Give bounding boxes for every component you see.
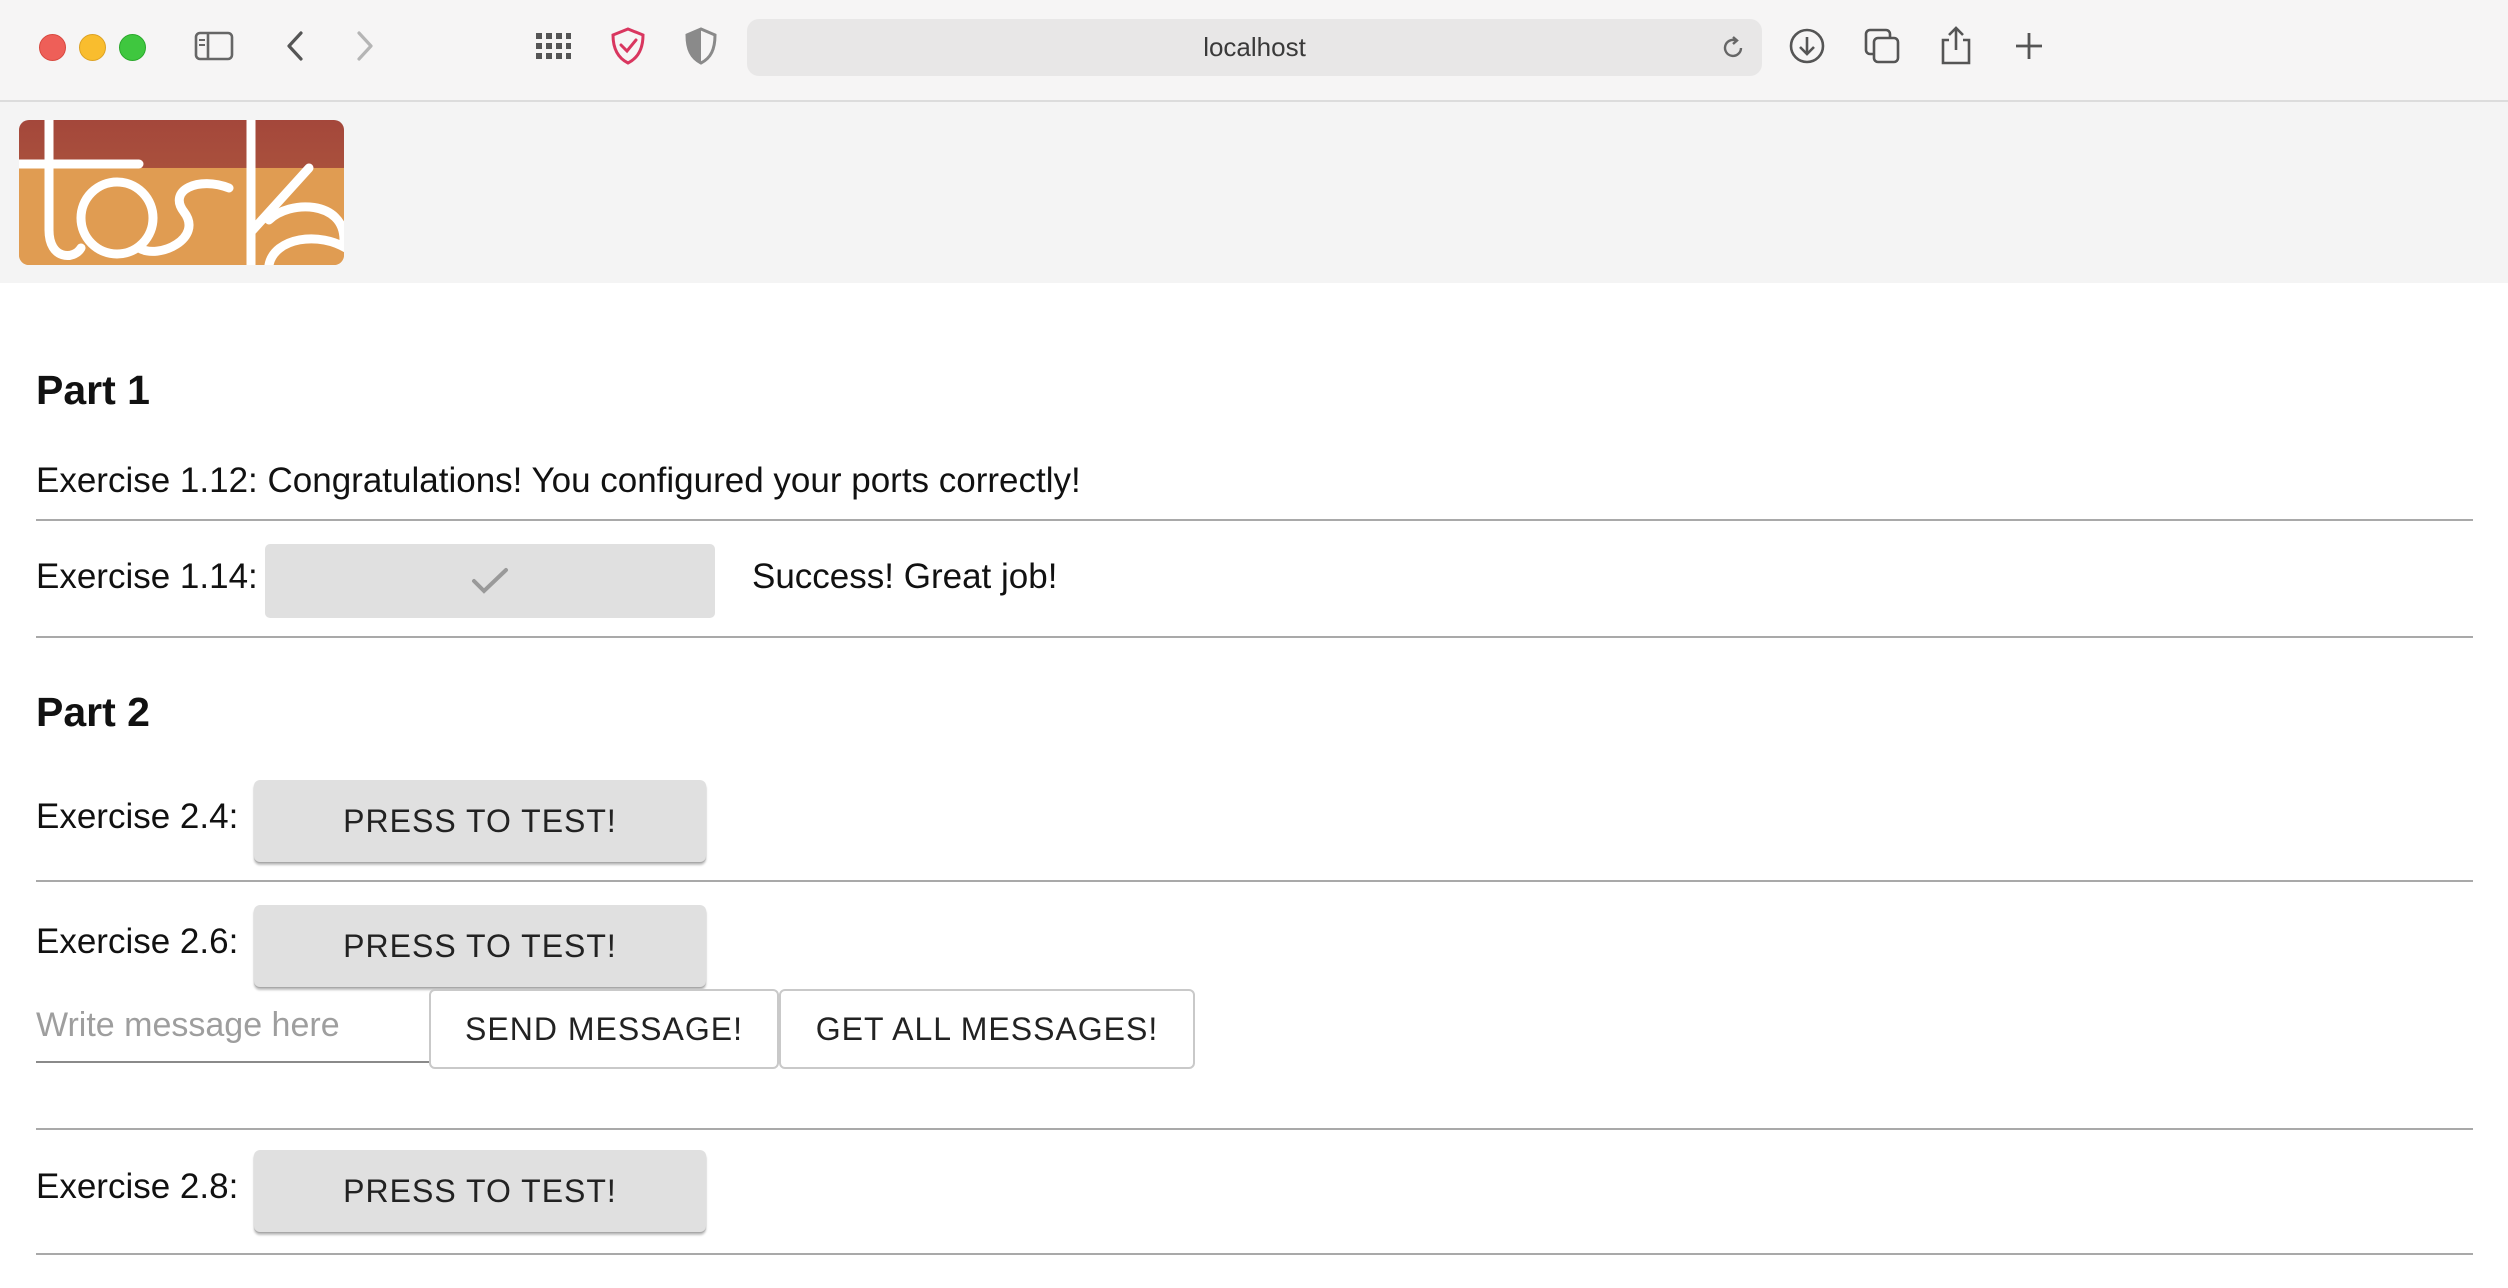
- back-icon[interactable]: [273, 24, 317, 68]
- divider: [36, 1128, 2473, 1130]
- new-tab-icon[interactable]: [2007, 24, 2051, 68]
- download-icon[interactable]: [1785, 24, 1829, 68]
- get-all-messages-button[interactable]: GET ALL MESSAGES!: [779, 989, 1195, 1069]
- checkmark-icon: [472, 568, 508, 594]
- send-message-button[interactable]: SEND MESSAGE!: [429, 989, 779, 1069]
- tabs-icon[interactable]: [1860, 24, 1904, 68]
- close-window-button[interactable]: [39, 34, 66, 61]
- share-icon[interactable]: [1934, 24, 1978, 68]
- zoom-window-button[interactable]: [119, 34, 146, 61]
- exercise-2-6-label: Exercise 2.6:: [36, 922, 239, 961]
- exercise-2-6-test-button[interactable]: PRESS TO TEST!: [254, 905, 706, 987]
- divider: [36, 880, 2473, 882]
- exercise-1-14-label: Exercise 1.14:: [36, 557, 258, 596]
- url-text: localhost: [1203, 32, 1306, 62]
- divider: [36, 636, 2473, 638]
- reload-icon[interactable]: [1716, 31, 1750, 65]
- toska-logo: [19, 120, 344, 265]
- part1-heading: Part 1: [36, 367, 150, 413]
- exercise-1-14-status: Success! Great job!: [752, 557, 1058, 596]
- part2-heading: Part 2: [36, 689, 150, 735]
- exercise-1-12-text: Exercise 1.12: Congratulations! You conf…: [36, 461, 1081, 500]
- shield-icon[interactable]: [679, 24, 723, 68]
- exercise-2-8-label: Exercise 2.8:: [36, 1167, 239, 1206]
- privacy-shield-icon[interactable]: [606, 24, 650, 68]
- divider: [36, 519, 2473, 521]
- exercise-2-4-test-button[interactable]: PRESS TO TEST!: [254, 780, 706, 862]
- divider: [36, 1253, 2473, 1255]
- forward-icon[interactable]: [343, 24, 387, 68]
- exercise-2-8-test-button[interactable]: PRESS TO TEST!: [254, 1150, 706, 1232]
- message-input[interactable]: [36, 989, 429, 1063]
- exercise-1-14-button: [265, 544, 715, 618]
- sidebar-icon[interactable]: [192, 24, 236, 68]
- exercise-2-4-label: Exercise 2.4:: [36, 797, 239, 836]
- minimize-window-button[interactable]: [79, 34, 106, 61]
- app-header: [0, 102, 2508, 283]
- browser-toolbar: localhost: [0, 0, 2508, 102]
- address-bar[interactable]: localhost: [747, 19, 1762, 76]
- grid-icon[interactable]: [531, 24, 575, 68]
